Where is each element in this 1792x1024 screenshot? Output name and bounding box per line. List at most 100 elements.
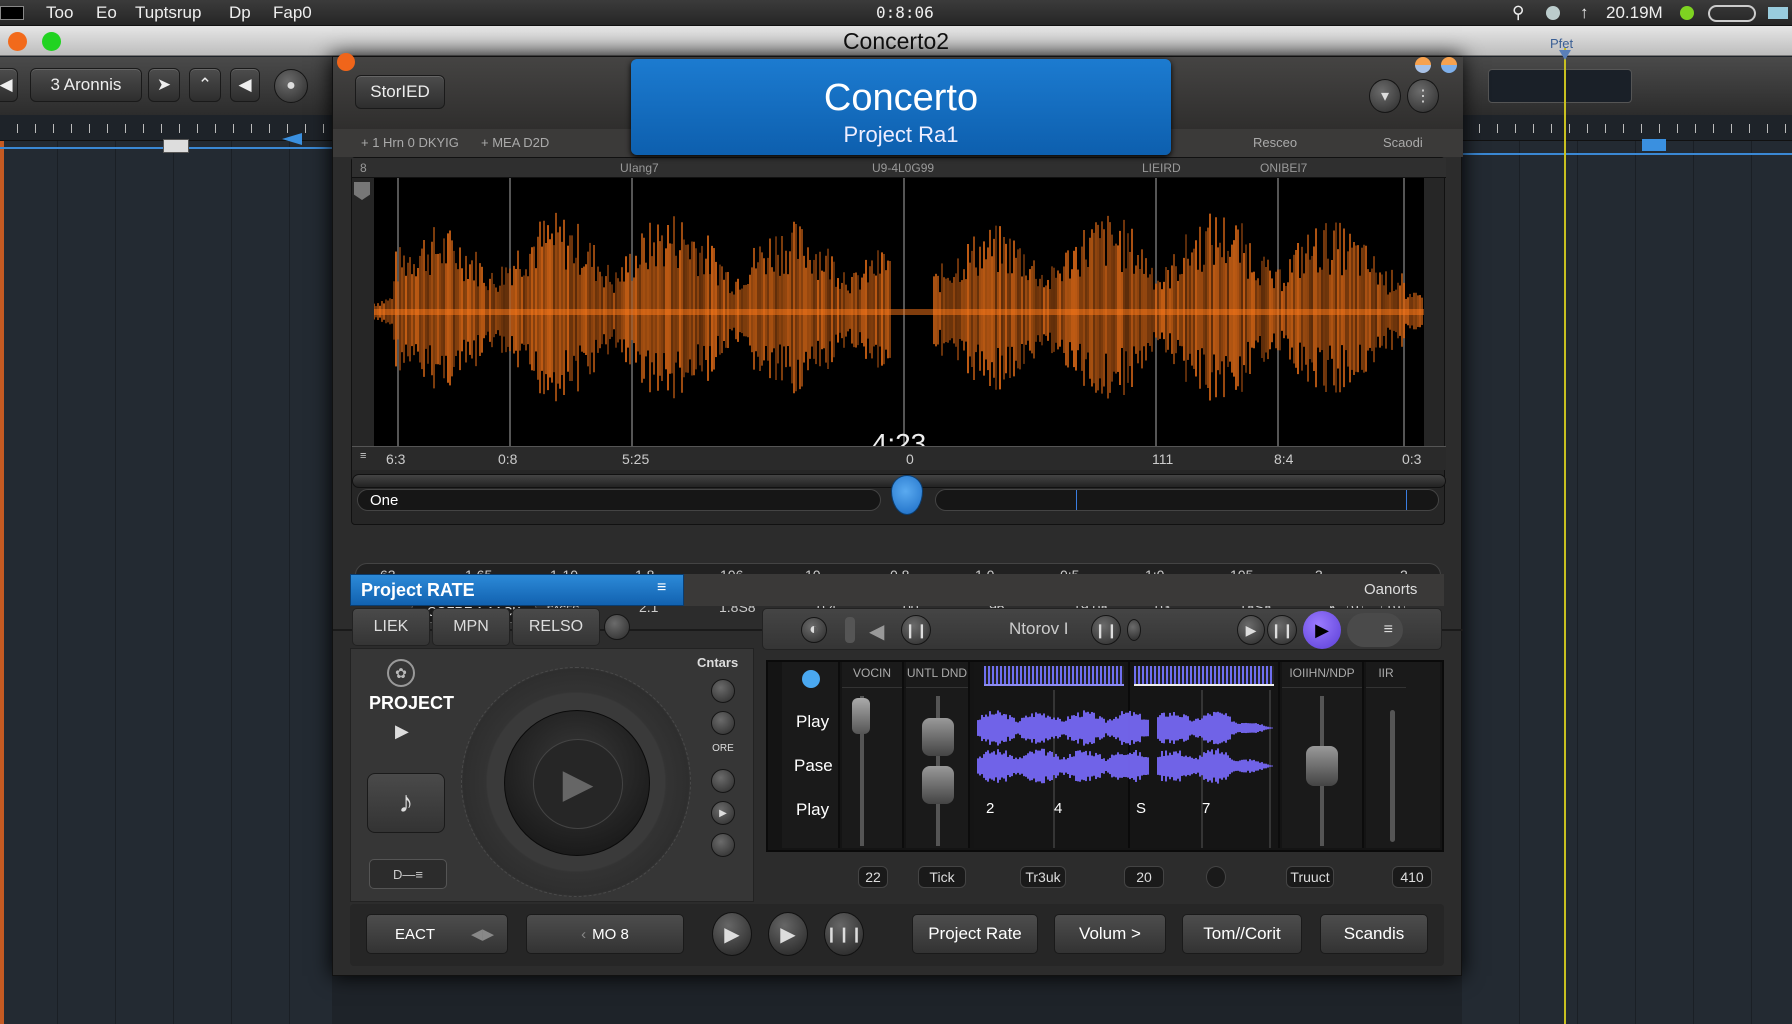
arrange-lane-left[interactable]: [0, 133, 332, 1024]
wave-strip-label: ONIBEI7: [1260, 161, 1308, 175]
tab-extra-knob[interactable]: [604, 614, 630, 640]
tab-2[interactable]: RELSO: [512, 608, 600, 646]
chip-toggle[interactable]: [1206, 866, 1226, 888]
play-button-1[interactable]: ▶: [712, 912, 752, 956]
list-toggle-button[interactable]: D—≡: [369, 859, 447, 889]
control-knob-1[interactable]: [711, 679, 735, 703]
playhead[interactable]: [1564, 48, 1566, 1024]
fader-thumb[interactable]: [852, 698, 870, 734]
chip[interactable]: Truuct: [1286, 866, 1334, 888]
dropdown-icon[interactable]: ▾: [1369, 79, 1401, 113]
back-moon-icon[interactable]: ◐: [801, 617, 827, 643]
play-button[interactable]: ▶: [1303, 611, 1341, 649]
jog-inner[interactable]: ▶: [504, 710, 650, 856]
arrange-lane-right[interactable]: [1462, 139, 1792, 1024]
banner-subtitle: Project Ra1: [843, 122, 959, 147]
back-button[interactable]: ◀: [0, 68, 18, 102]
tom-cort-button[interactable]: Tom//Corit: [1182, 914, 1302, 954]
apple-menu-icon[interactable]: [0, 6, 24, 20]
timeline-ruler-left[interactable]: [0, 115, 332, 141]
pause-icon[interactable]: ❙❙: [901, 615, 931, 645]
pause-icon[interactable]: ❙❙: [1091, 615, 1121, 645]
record-knob-icon[interactable]: ●: [274, 69, 308, 103]
wave-header-label: + MEA D2D: [481, 135, 550, 150]
window-dot-2-icon[interactable]: [1441, 57, 1457, 73]
forward-icon[interactable]: ➤: [148, 68, 180, 102]
controls-label: Cntars: [697, 655, 739, 670]
volume-button[interactable]: Volum >: [1054, 914, 1166, 954]
fader-thumb[interactable]: [1306, 746, 1338, 786]
track-selector[interactable]: 3 Aronnis: [30, 68, 142, 102]
jog-wheel[interactable]: ▶: [461, 667, 691, 897]
clip-marker: 4: [1054, 800, 1063, 817]
caret-up-icon[interactable]: ⌃: [189, 68, 221, 102]
track-shield-icon[interactable]: [354, 182, 370, 200]
chip[interactable]: Tick: [918, 866, 966, 888]
chip[interactable]: 22: [858, 866, 888, 888]
timeline-ruler-right[interactable]: [1462, 115, 1792, 141]
note-button[interactable]: ♪: [367, 773, 445, 833]
marker-label: Pfet: [1550, 36, 1574, 51]
stop-button[interactable]: ❙❙❙: [824, 912, 864, 956]
tab-1[interactable]: MPN: [432, 608, 510, 646]
scandis-button[interactable]: Scandis: [1320, 914, 1428, 954]
tab-0[interactable]: LIEK: [352, 608, 430, 646]
axis-tick-label: 0:3: [1402, 451, 1422, 467]
control-knob-3[interactable]: [711, 769, 735, 793]
rewind-icon[interactable]: ◀: [230, 68, 260, 102]
bottom-button-0[interactable]: EACT ◀▶: [366, 914, 508, 954]
stored-button[interactable]: StorIED: [355, 75, 445, 109]
track-name-bar[interactable]: One: [357, 489, 881, 511]
options-icon[interactable]: ⋮: [1407, 79, 1439, 113]
fader-handle-icon[interactable]: [845, 617, 855, 643]
track-position-bar[interactable]: [935, 489, 1439, 511]
control-knob-5[interactable]: [711, 833, 735, 857]
chip[interactable]: Tr3uk: [1020, 866, 1066, 888]
clip-marker: 7: [1202, 800, 1211, 817]
region-marker[interactable]: [163, 139, 189, 153]
menu-item-0[interactable]: Too: [46, 3, 73, 23]
record-led-icon[interactable]: [802, 670, 820, 688]
column-header: IOIIHN/NDP: [1282, 666, 1362, 688]
display-icon[interactable]: [1768, 7, 1788, 19]
control-knob-2[interactable]: [711, 711, 735, 735]
axis-tick-label: 6:3: [386, 451, 406, 467]
clip-marker: S: [1136, 800, 1147, 817]
bottom-button-1[interactable]: ‹ MO 8: [526, 914, 684, 954]
fader-thumb[interactable]: [922, 766, 954, 804]
waveform-canvas[interactable]: 4:23: [374, 178, 1424, 459]
row-label: Play: [796, 800, 830, 819]
options-label: Oanorts: [1364, 581, 1418, 598]
menu-item-1[interactable]: Eo: [96, 3, 117, 23]
window-dot-1-icon[interactable]: [1415, 57, 1431, 73]
clip-marker: 2: [986, 800, 995, 817]
play-button-2[interactable]: ▶: [768, 912, 808, 956]
menu-item-4[interactable]: Fap0: [273, 3, 312, 23]
fader-thumb[interactable]: [922, 718, 954, 756]
meter-slider[interactable]: [1390, 710, 1395, 842]
menu-list-button[interactable]: ≡: [1347, 613, 1403, 647]
project-play-icon[interactable]: ▶: [395, 721, 409, 742]
menu-bar: Too Eo Tuptsrup Dp Fap0 0:8:06 ⚲ ↑ 20.19…: [0, 0, 1792, 26]
wave-header-label: Resceo: [1253, 135, 1298, 150]
chip[interactable]: 410: [1392, 866, 1432, 888]
search-icon[interactable]: ⚲: [1512, 3, 1524, 23]
menu-item-2[interactable]: Tuptsrup: [135, 3, 201, 23]
control-play-icon[interactable]: ▶: [711, 801, 735, 825]
close-dot-icon[interactable]: [337, 53, 355, 71]
column-header: VOCIN: [842, 666, 902, 688]
play-icon[interactable]: ▶: [1237, 615, 1265, 645]
pause-icon[interactable]: ❙❙: [1267, 615, 1297, 645]
locator-flag-icon[interactable]: [1642, 139, 1666, 151]
rewind-icon[interactable]: ◀: [869, 619, 884, 644]
menu-icon[interactable]: ≡: [657, 579, 666, 597]
row-label: Play: [796, 712, 830, 731]
project-rate-button[interactable]: Project Rate: [912, 914, 1038, 954]
jog-play-icon[interactable]: ▶: [533, 739, 623, 829]
menu-item-3[interactable]: Dp: [229, 3, 251, 23]
wifi-icon[interactable]: ↑: [1580, 3, 1589, 23]
chip[interactable]: 20: [1124, 866, 1164, 888]
small-knob-icon[interactable]: [1127, 619, 1141, 641]
mixer-clip-area[interactable]: 2 4 S 7: [974, 662, 1280, 848]
mixer-panel: Play Pase Play VOCIN UNTL DND 2 4 S 7 IO…: [766, 660, 1444, 852]
